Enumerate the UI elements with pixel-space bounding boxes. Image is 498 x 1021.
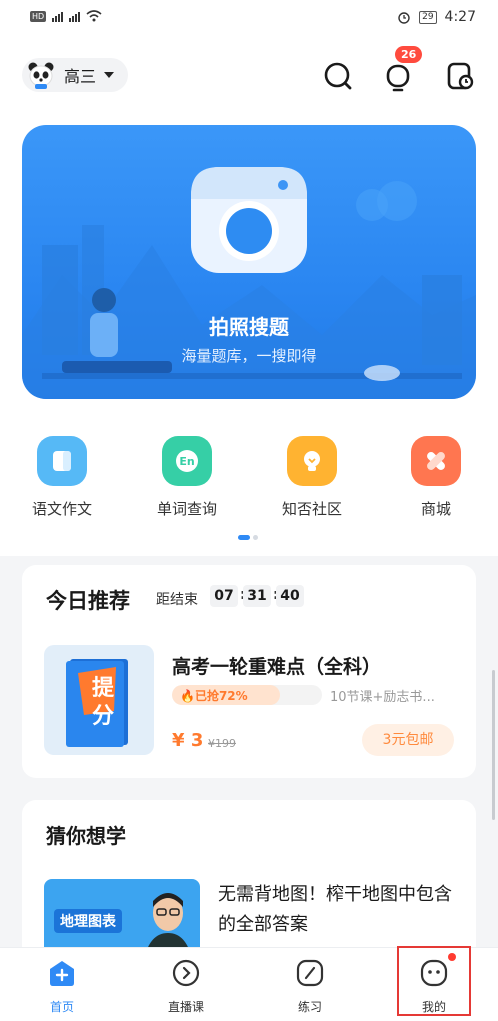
price-symbol: ¥ — [172, 730, 185, 751]
bulb-icon — [287, 436, 337, 486]
tab-label: 练习 — [297, 1000, 322, 1014]
countdown-seconds: 40 — [276, 585, 304, 607]
banner-subtitle: 海量题库，一搜即得 — [181, 347, 317, 365]
tab-label: 直播课 — [167, 1000, 204, 1014]
product-cover[interactable]: 提分 — [44, 645, 154, 755]
grade-label: 高三 — [64, 67, 97, 86]
english-icon: En — [162, 436, 212, 486]
thumb-label: 地理图表 — [54, 909, 122, 933]
alarm-icon — [398, 12, 410, 24]
chevron-down-icon — [104, 72, 115, 78]
section-title: 今日推荐 — [46, 589, 130, 613]
bell-icon[interactable] — [382, 60, 414, 92]
shipping-button[interactable]: 3元包邮 — [362, 724, 454, 756]
quick-link-community[interactable]: 知否社区 — [257, 436, 367, 519]
original-price: ¥199 — [208, 737, 236, 750]
course-title[interactable]: 无需背地图！榨干地图中包含的全部答案 — [218, 880, 458, 940]
history-icon[interactable] — [444, 60, 476, 92]
status-right: 29 4:27 — [397, 9, 476, 25]
play-icon — [172, 959, 200, 987]
banner-title: 拍照搜题 — [209, 315, 289, 339]
grade-selector[interactable]: 高三 — [22, 58, 129, 92]
countdown-minutes: 31 — [243, 585, 271, 607]
scrollbar[interactable] — [492, 670, 495, 820]
home-icon — [50, 961, 74, 986]
photo-search-banner[interactable]: 拍照搜题 海量题库，一搜即得 — [22, 125, 476, 399]
quick-link-essay[interactable]: 语文作文 — [7, 436, 117, 519]
battery-icon: 29 — [419, 10, 437, 24]
progress-text: 🔥已抢72% — [180, 689, 248, 703]
quick-link-label: 语文作文 — [31, 500, 92, 518]
section-title: 猜你想学 — [46, 824, 126, 848]
svg-text:En: En — [179, 455, 194, 468]
quick-link-words[interactable]: En 单词查询 — [132, 436, 242, 519]
notification-badge: 26 — [395, 46, 423, 63]
highlight-box — [397, 946, 471, 1016]
tab-home[interactable]: 首页 — [22, 958, 102, 1015]
tab-practice[interactable]: 练习 — [270, 958, 350, 1015]
cover-text: 提分 — [91, 676, 114, 729]
bandage-icon — [411, 436, 461, 486]
signal-icon-2 — [69, 10, 81, 22]
page-indicator — [238, 535, 258, 540]
clock: 4:27 — [444, 9, 476, 25]
note-icon — [37, 436, 87, 486]
tab-label: 首页 — [49, 1000, 74, 1014]
product-meta: 10节课+励志书... — [330, 690, 435, 705]
search-icon[interactable] — [322, 60, 354, 92]
hd-icon: HD — [30, 10, 47, 22]
signal-icon — [52, 10, 64, 22]
status-left: HD — [30, 10, 102, 22]
current-price: ¥ 3 — [172, 730, 203, 751]
practice-icon — [296, 959, 324, 987]
header: 高三 26 — [0, 40, 498, 118]
panda-avatar-icon — [28, 62, 54, 89]
countdown-label: 距结束 — [156, 592, 198, 608]
wifi-icon — [86, 10, 102, 22]
product-title[interactable]: 高考一轮重难点（全科） — [172, 652, 381, 679]
quick-link-label: 单词查询 — [156, 500, 217, 518]
price-value: 3 — [190, 730, 204, 751]
quick-link-label: 知否社区 — [281, 500, 342, 518]
countdown-hours: 07 — [210, 585, 238, 607]
tab-live[interactable]: 直播课 — [146, 958, 226, 1015]
quick-link-mall[interactable]: 商城 — [381, 436, 491, 519]
quick-link-label: 商城 — [420, 500, 451, 518]
